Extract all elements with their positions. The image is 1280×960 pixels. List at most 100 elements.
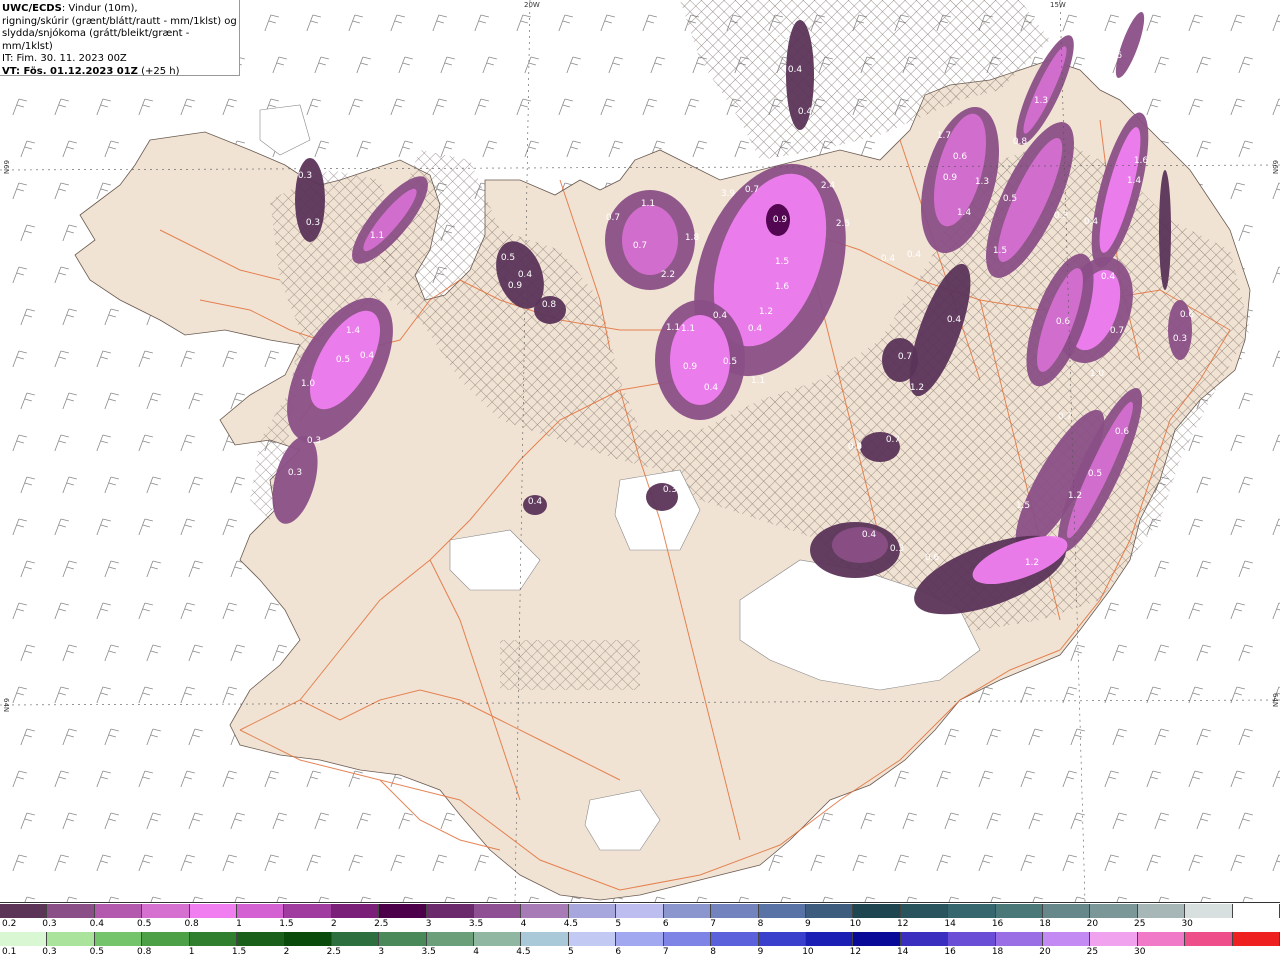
precip-value: 1.4 <box>957 208 972 218</box>
wind-barb <box>600 98 615 116</box>
wind-barb <box>1272 182 1280 200</box>
wind-barb <box>96 770 111 788</box>
precip-value: 0.3 <box>663 485 677 495</box>
wind-barb <box>1062 854 1077 872</box>
wind-barb <box>146 476 161 494</box>
wind-barb <box>96 350 111 368</box>
wind-barb <box>600 14 615 32</box>
precip-value: 1.4 <box>1127 176 1142 186</box>
label-66n-left: 66N <box>2 160 10 175</box>
wind-barb <box>1146 14 1161 32</box>
wind-barb <box>1104 854 1119 872</box>
wind-barb <box>566 56 581 74</box>
scale-cell <box>426 932 475 946</box>
scale-label: 5 <box>568 947 574 957</box>
wind-barb <box>12 434 27 452</box>
wind-barb <box>20 728 35 746</box>
precip-value: 1.4 <box>346 326 361 336</box>
snow-color-scale <box>0 904 1280 918</box>
wind-barb <box>608 140 623 158</box>
wind-barb <box>188 644 203 662</box>
precip-value: 0.3 <box>776 33 790 43</box>
precip-value: 0.6 <box>925 553 940 563</box>
precip-value: 1.1 <box>666 323 680 333</box>
wind-barb <box>398 812 413 830</box>
wind-barb <box>1028 812 1043 830</box>
wind-barb <box>1188 770 1203 788</box>
wind-barb <box>188 812 203 830</box>
scale-cell <box>474 932 522 946</box>
precip-value: 1.1 <box>641 199 655 209</box>
precip-value: 0.4 <box>881 254 896 264</box>
glacier-drangajokull <box>259 104 311 156</box>
scale-cell <box>47 932 95 946</box>
precip-blob <box>1159 170 1171 290</box>
wind-barb <box>222 854 237 872</box>
wind-barb <box>1070 812 1085 830</box>
map-canvas: 0.30.31.10.30.40.40.50.40.90.80.71.10.71… <box>0 0 1280 902</box>
wind-barb <box>12 266 27 284</box>
wind-barb <box>222 602 237 620</box>
scale-label: 0.5 <box>89 947 104 957</box>
scale-label: 2.5 <box>374 919 389 929</box>
wind-barb <box>20 224 35 242</box>
wind-barb <box>188 560 203 578</box>
wind-barb <box>1196 644 1211 662</box>
map-header: UWC/ECDS: Vindur (10m), rigning/skúrir (… <box>0 0 240 77</box>
wind-barb <box>150 896 161 902</box>
wind-barb <box>20 476 35 494</box>
precip-value: 1.2 <box>1025 558 1039 568</box>
wind-barb <box>138 98 153 116</box>
precip-value: 0.7 <box>745 185 759 195</box>
wind-barb <box>822 896 833 902</box>
wind-barb <box>810 854 825 872</box>
scale-cell <box>47 904 95 918</box>
scale-cell <box>1137 904 1186 918</box>
wind-barb <box>180 686 195 704</box>
wind-barb <box>1272 14 1280 32</box>
wind-barb <box>1238 56 1253 74</box>
precip-value: 0.7 <box>633 241 647 251</box>
wind-barb <box>146 560 161 578</box>
scale-cell <box>995 932 1043 946</box>
wind-barb <box>62 728 77 746</box>
wind-barb <box>1146 98 1161 116</box>
wind-barb <box>1238 392 1253 410</box>
scale-label: 1 <box>236 919 242 929</box>
wind-barb <box>306 770 321 788</box>
scale-cell <box>331 904 380 918</box>
wind-barb <box>54 350 69 368</box>
wind-barb <box>1020 854 1035 872</box>
scale-cell <box>521 904 569 918</box>
scale-cell <box>1090 932 1138 946</box>
scale-cell <box>1232 904 1280 918</box>
precip-value: 0.3 <box>298 171 312 181</box>
wind-barb <box>180 434 195 452</box>
wind-barb <box>62 140 77 158</box>
product-desc-3: slydda/snjókoma (grátt/bleikt/grænt - mm… <box>2 28 190 52</box>
scale-label: 14 <box>944 919 956 929</box>
scale-label: 16 <box>991 919 1004 929</box>
wind-barb <box>54 686 69 704</box>
product-desc-2: rigning/skúrir (grænt/blátt/rautt - mm/1… <box>2 15 237 27</box>
scale-label: 20 <box>1086 919 1099 929</box>
wind-barb <box>1188 602 1203 620</box>
scale-cell <box>711 932 759 946</box>
scale-cell <box>900 932 949 946</box>
wind-barb <box>348 98 363 116</box>
wind-barb <box>1188 14 1203 32</box>
wind-barb <box>986 728 1001 746</box>
scale-label: 3 <box>378 947 385 957</box>
wind-barb <box>1238 644 1253 662</box>
scale-label: 3.5 <box>468 919 484 929</box>
scale-cell <box>663 932 712 946</box>
wind-barb <box>524 140 539 158</box>
wind-barb <box>734 140 749 158</box>
wind-barb <box>104 644 119 662</box>
wind-barb <box>482 56 497 74</box>
wind-barb <box>264 854 279 872</box>
wind-barb <box>1272 854 1280 872</box>
wind-barb <box>1200 896 1211 902</box>
wind-barb <box>1158 896 1169 902</box>
wind-barb <box>440 56 455 74</box>
